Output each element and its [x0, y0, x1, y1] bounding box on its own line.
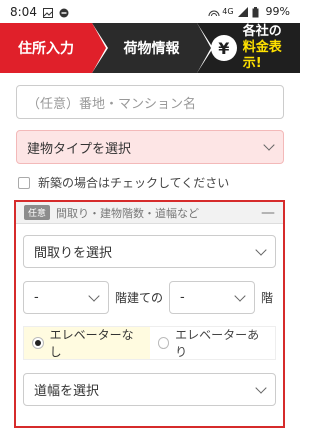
step-label-line1: 各社の [242, 24, 282, 39]
hotspot-icon [208, 7, 220, 17]
optional-badge: 任意 [24, 205, 51, 220]
elevator-none-option[interactable]: エレベーターなし [24, 327, 150, 359]
residence-floor-value: - [180, 290, 185, 305]
road-width-select[interactable]: 道幅を選択 [23, 373, 276, 406]
battery-icon [252, 6, 262, 17]
radio-unselected-icon [157, 337, 170, 349]
image-icon [42, 7, 53, 18]
elevator-radio-group: エレベーターなし エレベーターあり [23, 326, 276, 360]
elevator-yes-label: エレベーターあり [175, 328, 260, 359]
building-floors-select[interactable]: - [23, 281, 109, 314]
notification-icon [59, 7, 69, 17]
floors-mid-label: 階建ての [115, 291, 164, 305]
radio-selected-icon [32, 337, 44, 349]
elevator-yes-option[interactable]: エレベーターあり [149, 327, 275, 359]
address-detail-input[interactable]: （任意）番地・マンション名 [16, 85, 284, 119]
chevron-down-icon [255, 381, 267, 394]
chevron-down-icon [234, 289, 246, 302]
chevron-down-icon [88, 289, 100, 302]
optional-details-panel: 任意 間取り・建物階数・道幅など — 間取りを選択 - 階建ての - 階 エレベ… [14, 200, 285, 428]
new-build-label: 新築の場合はチェックしてください [38, 176, 230, 190]
floors-end-label: 階 [261, 291, 274, 305]
residence-floor-select[interactable]: - [169, 281, 256, 314]
collapse-icon[interactable]: — [261, 205, 275, 221]
road-width-label: 道幅を選択 [34, 384, 100, 399]
optional-panel-title: 間取り・建物階数・道幅など [56, 206, 200, 220]
optional-panel-header[interactable]: 任意 間取り・建物階数・道幅など — [16, 202, 283, 224]
layout-select[interactable]: 間取りを選択 [23, 235, 276, 268]
elevator-none-label: エレベーターなし [49, 328, 134, 359]
new-build-checkbox-row[interactable]: 新築の場合はチェックしてください [16, 174, 284, 191]
status-time: 8:04 [10, 4, 37, 19]
address-placeholder: （任意）番地・マンション名 [27, 96, 197, 112]
status-bar: 8:04 4G 99% [0, 0, 300, 23]
chevron-down-icon [255, 243, 267, 256]
signal-icon [237, 6, 248, 17]
step-label: 荷物情報 [123, 41, 180, 57]
step-progress-bar: 住所入力 荷物情報 ¥ 各社の 料金表示! [0, 23, 300, 73]
floors-row: - 階建ての - 階 [23, 281, 276, 314]
chevron-down-icon [263, 139, 275, 151]
layout-select-label: 間取りを選択 [34, 246, 113, 261]
network-type: 4G [222, 7, 234, 16]
building-type-select[interactable]: 建物タイプを選択 [16, 130, 284, 164]
building-type-label: 建物タイプを選択 [27, 141, 132, 157]
new-build-checkbox[interactable] [18, 176, 30, 189]
battery-level: 99% [265, 5, 290, 18]
building-floors-value: - [34, 290, 39, 305]
step-label-line2: 料金表示! [242, 40, 282, 71]
step-label: 住所入力 [18, 41, 74, 57]
yen-icon: ¥ [211, 35, 237, 61]
step-address-input[interactable]: 住所入力 [0, 23, 108, 73]
